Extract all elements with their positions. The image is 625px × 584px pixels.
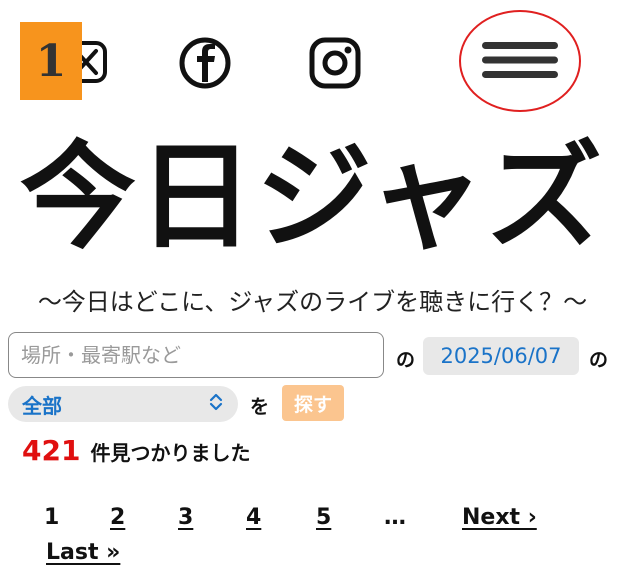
- page-link-3[interactable]: 3: [178, 505, 193, 530]
- instagram-icon: [308, 36, 362, 94]
- date-value: 2025/06/07: [440, 344, 562, 368]
- category-select[interactable]: 全部: [8, 386, 238, 422]
- page-link-4[interactable]: 4: [246, 505, 261, 530]
- hamburger-menu-icon: [480, 41, 560, 83]
- next-page-link[interactable]: Next ›: [462, 505, 537, 530]
- particle-no-2: の: [589, 349, 609, 371]
- date-picker[interactable]: 2025/06/07: [423, 337, 579, 375]
- site-logo[interactable]: 今日ジャズ: [12, 140, 612, 256]
- instagram-link[interactable]: [306, 36, 364, 94]
- step-badge: 1: [20, 22, 82, 100]
- particle-no-1: の: [396, 349, 416, 371]
- particle-wo: を: [250, 396, 270, 418]
- facebook-icon: [178, 36, 232, 94]
- page-ellipsis: …: [384, 505, 406, 530]
- result-count: 421: [22, 434, 81, 467]
- result-label: 件見つかりました: [90, 441, 251, 465]
- facebook-link[interactable]: [176, 36, 234, 94]
- search-button[interactable]: 探す: [282, 385, 344, 421]
- location-search-input[interactable]: [8, 332, 384, 378]
- page-current-1: 1: [44, 505, 60, 530]
- site-tagline: 〜今日はどこに、ジャズのライブを聴きに行く？〜: [37, 288, 588, 316]
- menu-highlight-ring: [459, 10, 581, 112]
- select-updown-icon: [208, 391, 224, 418]
- category-selected-value: 全部: [22, 393, 62, 418]
- hamburger-menu-button[interactable]: [480, 40, 560, 83]
- last-page-link[interactable]: Last »: [46, 540, 120, 565]
- page-link-2[interactable]: 2: [110, 505, 125, 530]
- result-summary: 421 件見つかりました: [22, 434, 250, 467]
- page-link-5[interactable]: 5: [316, 505, 331, 530]
